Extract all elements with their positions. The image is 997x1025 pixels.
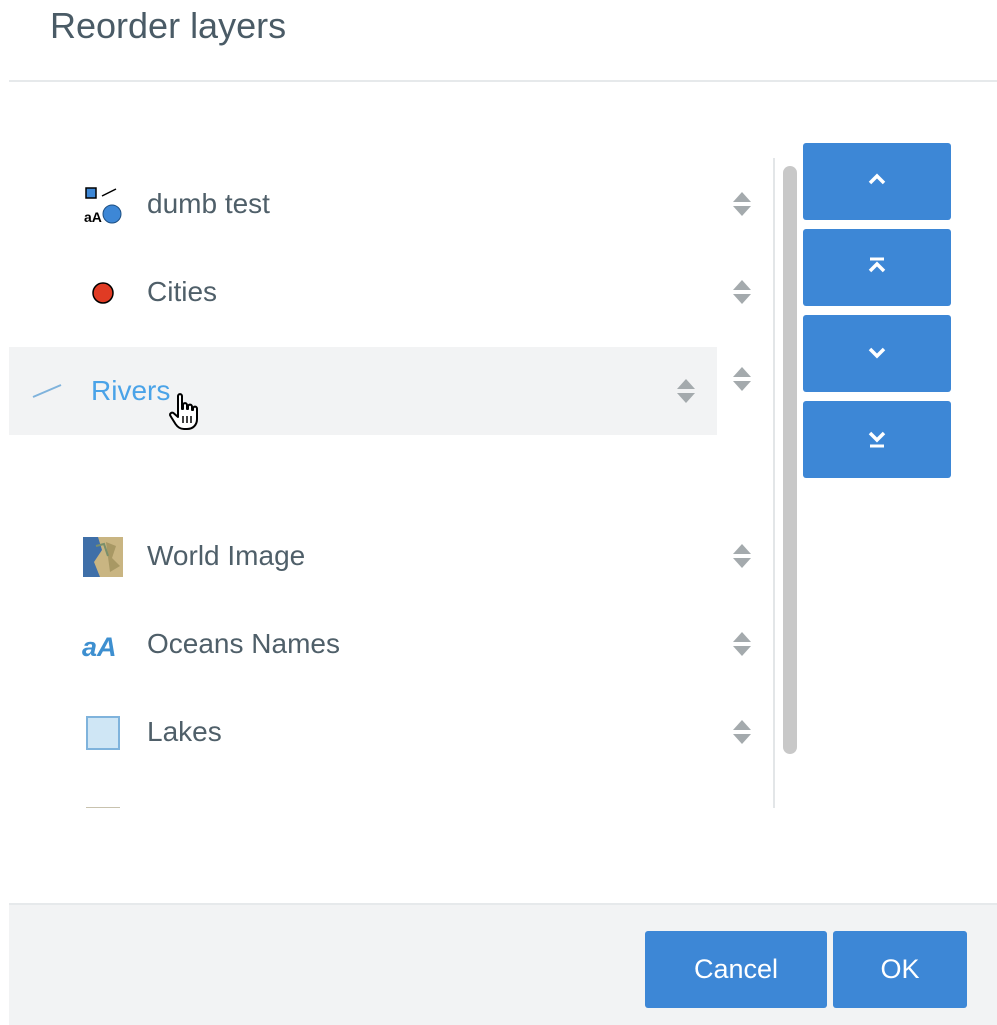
red-point-icon: [82, 272, 124, 314]
layer-label: World Image: [147, 540, 306, 571]
title-divider: [9, 80, 997, 82]
layer-item-world-image[interactable]: World Image: [9, 524, 769, 588]
move-to-bottom-button[interactable]: [803, 401, 951, 478]
drag-placeholder-handle-icon: [731, 365, 753, 393]
label-text-icon: aA: [82, 624, 124, 666]
layer-item-rivers-dragging[interactable]: Rivers: [9, 347, 717, 435]
drag-handle-icon[interactable]: [675, 377, 697, 405]
mixed-symbol-icon: aA: [82, 184, 124, 226]
svg-text:aA: aA: [82, 632, 117, 662]
polygon-fill-icon: [82, 800, 124, 808]
move-to-top-button[interactable]: [803, 229, 951, 306]
polygon-fill-icon: [82, 712, 124, 754]
dialog-title: Reorder layers: [50, 5, 287, 46]
drag-handle-icon[interactable]: [731, 806, 753, 808]
layer-label: Lakes: [147, 716, 222, 747]
chevron-down-icon: [865, 340, 889, 367]
drag-handle-icon[interactable]: [731, 542, 753, 570]
chevron-up-icon: [865, 168, 889, 195]
move-to-bottom-icon: [865, 426, 889, 453]
drag-handle-icon[interactable]: [731, 718, 753, 746]
layer-label: Oceans Names: [147, 628, 340, 659]
drag-handle-icon[interactable]: [731, 278, 753, 306]
move-down-button[interactable]: [803, 315, 951, 392]
layer-item-lakes[interactable]: Lakes: [9, 700, 769, 764]
ok-button[interactable]: OK: [833, 931, 967, 1008]
drag-handle-icon[interactable]: [731, 190, 753, 218]
reorder-layers-dialog: Reorder layers aA dumb test Cities River…: [0, 0, 997, 1025]
svg-text:aA: aA: [84, 209, 102, 225]
layer-item-clipped[interactable]: [9, 788, 769, 808]
move-up-button[interactable]: [803, 143, 951, 220]
scrollbar-track[interactable]: [773, 158, 803, 808]
layer-label: Rivers: [91, 375, 171, 406]
layer-item-cities[interactable]: Cities: [9, 260, 769, 324]
layer-label: dumb test: [147, 188, 270, 219]
dialog-footer: Cancel OK: [9, 903, 997, 1025]
layer-item-oceans-names[interactable]: aA Oceans Names: [9, 612, 769, 676]
cancel-button[interactable]: Cancel: [645, 931, 827, 1008]
line-symbol-icon: [27, 369, 69, 411]
scrollbar-thumb[interactable]: [783, 166, 797, 754]
layer-list-viewport: aA dumb test Cities Rivers World Image a…: [9, 140, 804, 808]
drag-handle-icon[interactable]: [731, 630, 753, 658]
layer-label: Cities: [147, 276, 218, 307]
layer-list: aA dumb test Cities Rivers World Image a…: [9, 140, 769, 808]
move-to-top-icon: [865, 254, 889, 281]
raster-image-icon: [82, 536, 124, 578]
layer-item-dumb-test[interactable]: aA dumb test: [9, 172, 769, 236]
